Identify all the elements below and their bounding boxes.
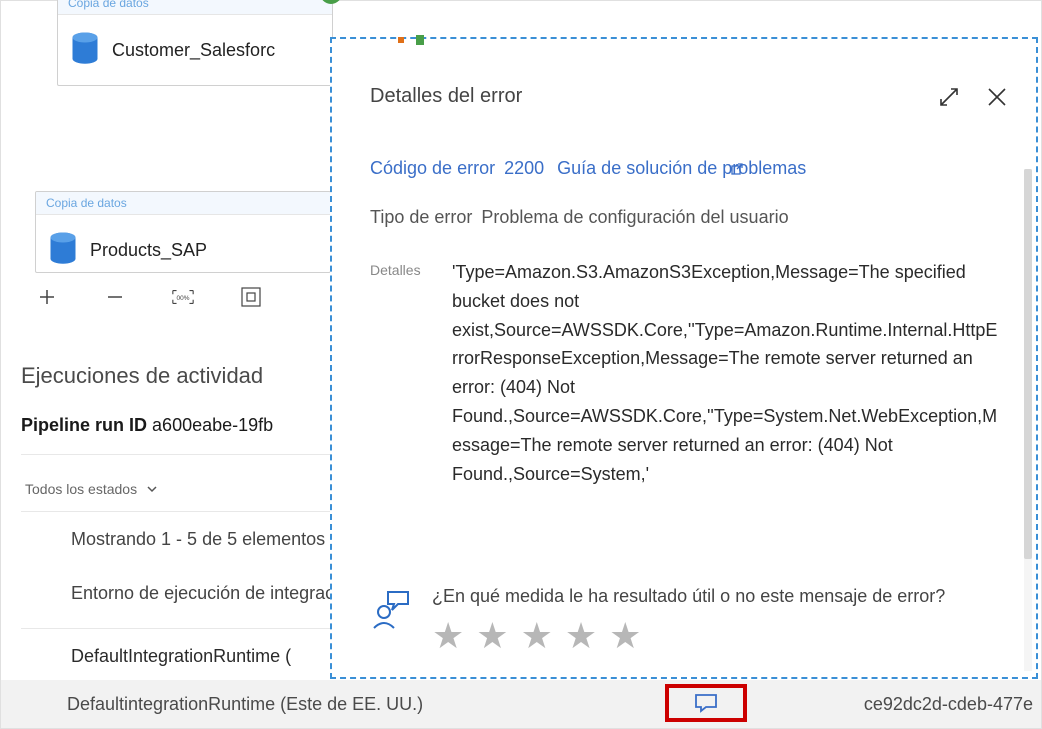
database-icon xyxy=(70,31,100,69)
external-link-icon xyxy=(730,162,744,176)
pipeline-canvas: Copia de datos Customer_Salesforc Copia … xyxy=(1,1,1041,728)
fit-screen-button[interactable] xyxy=(239,285,263,309)
close-icon[interactable] xyxy=(986,86,1008,108)
star-rating: ★ ★ ★ ★ ★ xyxy=(432,615,1000,657)
marker-green xyxy=(416,35,424,45)
database-icon xyxy=(48,231,78,269)
activity-products-sap[interactable]: Copia de datos Products_SAP xyxy=(35,191,331,273)
panel-title: Detalles del error xyxy=(370,85,522,108)
error-type-line: Tipo de error Problema de configuración … xyxy=(370,207,998,228)
feedback-prompt: ¿En qué medida le ha resultado útil o no… xyxy=(432,586,1000,607)
pipeline-run-id-row: Pipeline run ID a600eabe-19fb xyxy=(21,415,273,436)
star-3[interactable]: ★ xyxy=(521,615,553,657)
svg-text:00%: 00% xyxy=(177,295,190,302)
showing-count: Mostrando 1 - 5 de 5 elementos xyxy=(71,529,325,550)
zoom-out-button[interactable] xyxy=(103,285,127,309)
feedback-person-icon xyxy=(368,586,412,630)
activity-customer-salesforce[interactable]: Copia de datos Customer_Salesforc xyxy=(57,0,333,86)
runtime-row-2-name: DefaultintegrationRuntime (Este de EE. U… xyxy=(67,694,423,715)
status-filter-dropdown[interactable]: Todos los estados xyxy=(25,481,159,497)
integration-runtime-label: Entorno de ejecución de integración xyxy=(71,583,358,604)
scrollbar-thumb[interactable] xyxy=(1024,169,1032,559)
expand-icon[interactable] xyxy=(938,86,960,108)
divider xyxy=(21,511,331,512)
error-type-value: Problema de configuración del usuario xyxy=(481,207,788,227)
star-1[interactable]: ★ xyxy=(432,615,464,657)
details-label: Detalles xyxy=(370,258,434,488)
panel-scrollbar[interactable] xyxy=(1024,169,1032,671)
star-4[interactable]: ★ xyxy=(565,615,597,657)
star-5[interactable]: ★ xyxy=(609,615,641,657)
zoom-reset-button[interactable]: 00% xyxy=(171,285,195,309)
runtime-row-2: DefaultintegrationRuntime (Este de EE. U… xyxy=(1,680,1041,728)
status-filter-label: Todos los estados xyxy=(25,481,137,497)
run-id-label: Pipeline run ID xyxy=(21,415,147,435)
error-code-label: Código de error xyxy=(370,158,495,178)
activity-header: Copia de datos xyxy=(36,192,330,215)
error-details-panel: Detalles del error Código de error 2200 … xyxy=(330,37,1038,679)
runtime-row-2-id: ce92dc2d-cdeb-477e xyxy=(864,694,1033,715)
feedback-section: ¿En qué medida le ha resultado útil o no… xyxy=(332,578,1036,665)
zoom-in-button[interactable] xyxy=(35,285,59,309)
error-code-line: Código de error 2200 Guía de solución de… xyxy=(370,158,998,179)
comment-icon[interactable] xyxy=(694,693,718,713)
details-text: 'Type=Amazon.S3.AmazonS3Exception,Messag… xyxy=(452,258,998,488)
marker-orange xyxy=(398,37,404,43)
error-type-label: Tipo de error xyxy=(370,207,472,227)
star-2[interactable]: ★ xyxy=(476,615,508,657)
highlight-box xyxy=(665,684,747,722)
chevron-down-icon xyxy=(145,482,159,496)
divider xyxy=(21,628,331,629)
divider xyxy=(21,454,331,455)
canvas-toolbar: 00% xyxy=(35,285,263,309)
activity-name: Products_SAP xyxy=(90,240,207,261)
error-code-link[interactable]: 2200 xyxy=(504,158,544,178)
run-id-value: a600eabe-19fb xyxy=(152,415,273,435)
activity-name: Customer_Salesforc xyxy=(112,40,275,61)
activity-header: Copia de datos xyxy=(58,0,332,15)
troubleshoot-guide-link[interactable]: Guía de solución de problemas xyxy=(557,158,744,179)
section-title: Ejecuciones de actividad xyxy=(21,363,263,389)
runtime-row-1: DefaultIntegrationRuntime ( xyxy=(71,646,291,667)
